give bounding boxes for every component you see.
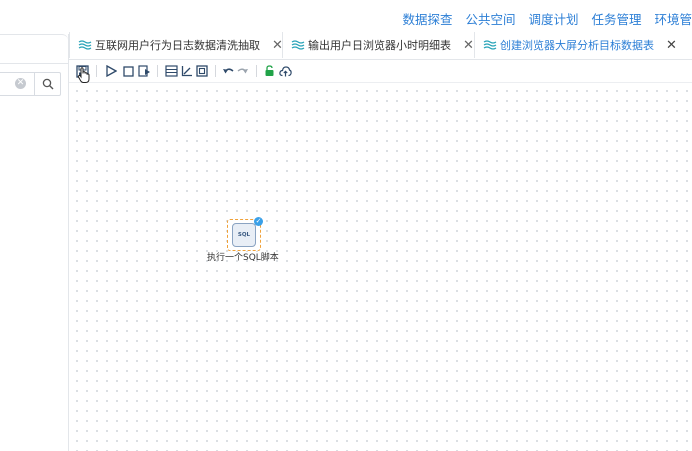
line-chart-icon [181,66,192,77]
undo-icon [223,68,234,74]
stop-button[interactable] [120,63,136,79]
left-panel: ✕ [0,34,69,451]
left-panel-header [0,34,68,64]
nav-link-schedule-plan[interactable]: 调度计划 [528,12,578,27]
top-nav: 数据探查 公共空间 调度计划 任务管理 环境管 [0,0,692,34]
toolbar-divider [157,65,158,77]
format-button[interactable] [194,63,210,79]
tab-label: 互联网用户行为日志数据清洗抽取 [95,39,260,52]
tab-label: 创建浏览器大屏分析目标数据表 [500,39,654,52]
tab-browser-dashboard-target[interactable]: 创建浏览器大屏分析目标数据表 ✕ [474,32,692,58]
play-icon [106,65,117,77]
close-icon[interactable]: ✕ [666,38,677,53]
run-button[interactable] [103,63,119,79]
stop-icon [122,65,134,77]
toolbar-divider [256,65,257,77]
workflow-canvas[interactable] [69,83,692,451]
clear-icon[interactable]: ✕ [15,78,26,89]
toolbar-divider [96,65,97,77]
success-check-icon: ✓ [254,217,263,226]
tab-log-cleaning[interactable]: 互联网用户行为日志数据清洗抽取 ✕ [69,32,283,58]
lock-button[interactable] [261,63,277,79]
nav-link-env-manage[interactable]: 环境管 [654,12,692,27]
tab-bar: 互联网用户行为日志数据清洗抽取 ✕ 输出用户日浏览器小时明细表 ✕ 创建浏览器大… [69,31,692,60]
unlock-icon [265,65,273,76]
top-nav-links: 数据探查 公共空间 调度计划 任务管理 环境管 [393,9,692,28]
undo-button[interactable] [220,63,236,79]
node-label: 执行一个SQL脚本 [207,253,279,263]
search-box: ✕ [0,72,61,96]
nav-link-task-manage[interactable]: 任务管理 [591,12,641,27]
run-from-icon [137,65,150,77]
toolbar [69,60,692,83]
nav-link-public-space[interactable]: 公共空间 [465,12,515,27]
grid-layout-icon [164,65,178,77]
flow-icon [291,40,305,50]
sql-icon-text: SQL [237,232,251,238]
tab-browser-hourly-detail[interactable]: 输出用户日浏览器小时明细表 ✕ [282,32,474,58]
search-input[interactable] [0,73,12,93]
tab-label: 输出用户日浏览器小时明细表 [308,39,451,52]
nav-link-data-explore[interactable]: 数据探查 [402,12,452,27]
sql-script-node[interactable]: SQL ✓ [227,217,263,251]
align-button[interactable] [179,63,195,79]
publish-button[interactable] [277,63,293,79]
flow-icon [78,40,92,50]
run-selected-button[interactable] [136,63,152,79]
search-icon [42,78,54,90]
redo-button[interactable] [235,63,251,79]
cloud-upload-icon [278,65,292,76]
frame-icon [196,65,208,77]
sql-file-icon: SQL [232,223,256,247]
layout-button[interactable] [163,63,179,79]
close-icon[interactable]: ✕ [463,38,474,53]
flow-icon [483,40,497,50]
hand-cursor-icon [77,67,90,83]
search-button[interactable] [34,73,61,95]
redo-icon [237,68,248,74]
toolbar-divider [215,65,216,77]
